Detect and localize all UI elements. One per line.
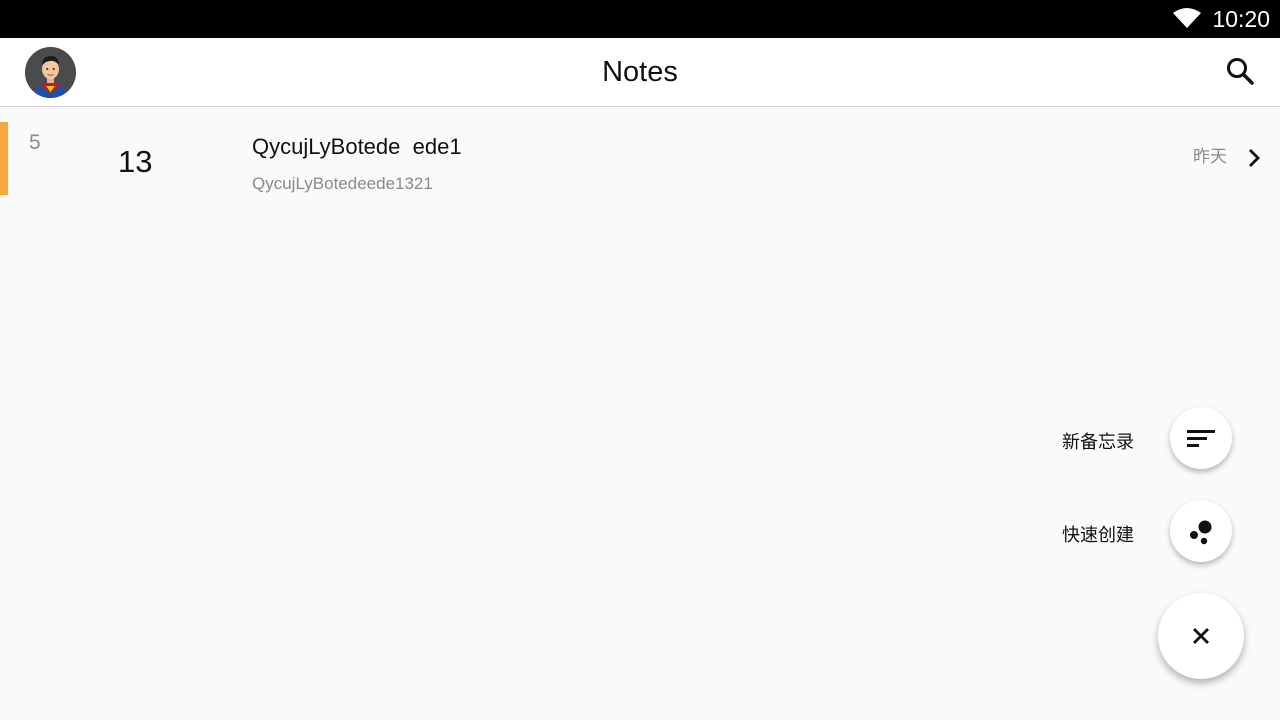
note-list-item[interactable]: 5 13 QycujLyBotede ede1 QycujLyBotedeede… (0, 122, 1280, 195)
note-month: 5 (29, 131, 41, 154)
note-color-bar (0, 122, 8, 195)
close-fab-button[interactable] (1158, 593, 1244, 679)
note-preview: QycujLyBotedeede1321 (252, 174, 433, 193)
status-time: 10:20 (1212, 6, 1270, 32)
quick-create-label[interactable]: 快速创建 (1062, 521, 1134, 547)
status-bar: 10:20 (0, 0, 1280, 38)
close-icon (1193, 628, 1209, 644)
new-note-button[interactable] (1170, 407, 1232, 469)
page-title: Notes (602, 56, 678, 88)
sort-lines-icon (1187, 430, 1215, 447)
quick-create-button[interactable] (1170, 500, 1232, 562)
chevron-right-icon (1249, 149, 1260, 167)
app-bar: Notes (0, 38, 1280, 107)
search-icon (1227, 58, 1254, 85)
wifi-icon (1173, 8, 1201, 28)
search-button[interactable] (1224, 55, 1258, 89)
note-day: 13 (118, 144, 153, 179)
bubbles-icon (1190, 520, 1212, 545)
note-title: QycujLyBotede ede1 (252, 134, 462, 159)
note-time: 昨天 (1193, 147, 1227, 166)
new-note-label[interactable]: 新备忘录 (1062, 428, 1134, 454)
